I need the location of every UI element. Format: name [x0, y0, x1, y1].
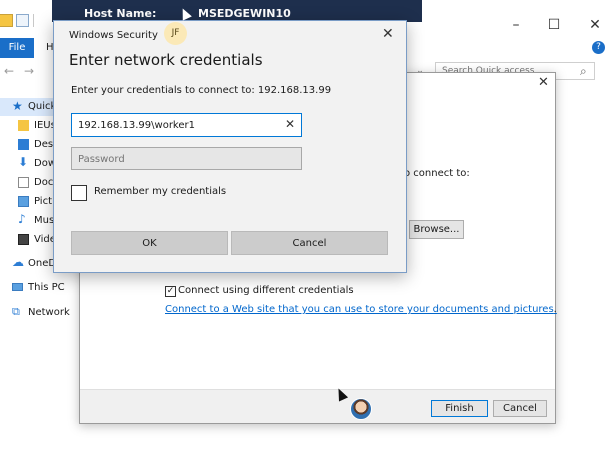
folder-icon [18, 120, 29, 131]
help-icon[interactable]: ? [592, 41, 605, 54]
music-note-icon: ♪ [18, 212, 26, 226]
close-icon[interactable]: ✕ [382, 26, 394, 42]
dialog-title: Windows Security [69, 30, 158, 41]
sidebar-item-label: OneD [28, 258, 57, 269]
windows-security-dialog: Windows Security JF ✕ Enter network cred… [53, 20, 407, 273]
download-arrow-icon: ⬇ [18, 155, 29, 169]
different-credentials-label: Connect using different credentials [178, 285, 354, 296]
maximize-icon[interactable]: ☐ [544, 17, 564, 33]
wizard-cancel-button[interactable]: Cancel [493, 400, 547, 417]
document-icon [18, 177, 29, 188]
tab-file[interactable]: File [0, 38, 34, 58]
finish-button[interactable]: Finish [431, 400, 488, 417]
cloud-icon: ☁ [12, 255, 24, 269]
folder-icon[interactable] [0, 14, 13, 27]
ok-button[interactable]: OK [71, 231, 228, 255]
toolbar-divider [33, 14, 34, 27]
close-icon[interactable]: ✕ [538, 75, 549, 90]
host-name-value: MSEDGEWIN10 [198, 7, 291, 20]
dialog-description: Enter your credentials to connect to: 19… [71, 85, 332, 96]
network-icon: ⧉ [12, 305, 20, 318]
search-icon[interactable]: ⌕ [580, 64, 587, 79]
minimize-icon[interactable]: – [506, 17, 526, 33]
sidebar-item-label: Pict [34, 196, 53, 207]
username-input[interactable] [78, 118, 278, 132]
username-field[interactable]: ✕ [71, 113, 302, 137]
password-field[interactable] [71, 147, 302, 170]
sidebar-item-label: Network [28, 307, 70, 318]
computer-icon [12, 283, 23, 291]
clear-text-icon[interactable]: ✕ [285, 117, 295, 131]
sidebar-item-label: Mus [34, 215, 55, 226]
remember-credentials-label[interactable]: Remember my credentials [94, 186, 226, 197]
different-credentials-checkbox[interactable]: ✓ [165, 286, 176, 297]
remote-host-banner: Host Name: MSEDGEWIN10 [52, 0, 422, 22]
password-input[interactable] [78, 152, 293, 166]
back-arrow-icon[interactable]: ← [4, 64, 14, 78]
avatar: JF [164, 22, 187, 45]
picture-icon [18, 196, 29, 207]
web-storage-link-text[interactable]: Connect to a Web site that you can use t… [165, 304, 554, 315]
connect-to-text: o connect to: [404, 168, 470, 179]
close-icon[interactable]: ✕ [585, 17, 605, 33]
browse-button[interactable]: Browse... [409, 220, 464, 239]
desktop-icon [18, 139, 29, 150]
web-storage-link-period: . [553, 304, 557, 315]
star-icon: ★ [12, 99, 23, 113]
remember-credentials-checkbox[interactable] [71, 185, 87, 201]
cancel-button[interactable]: Cancel [231, 231, 388, 255]
web-storage-link[interactable]: Connect to a Web site that you can use t… [165, 304, 557, 315]
host-name-label: Host Name: [84, 7, 157, 20]
sidebar-item-label: This PC [28, 282, 65, 293]
forward-arrow-icon[interactable]: → [24, 64, 34, 78]
dialog-heading: Enter network credentials [69, 51, 263, 69]
sidebar-item-label: Doc [34, 177, 54, 188]
wizard-footer: Finish Cancel [80, 389, 555, 423]
properties-icon[interactable] [16, 14, 29, 27]
video-icon [18, 234, 29, 245]
checkmark-icon: ✓ [166, 286, 175, 296]
presenter-avatar [350, 398, 372, 420]
